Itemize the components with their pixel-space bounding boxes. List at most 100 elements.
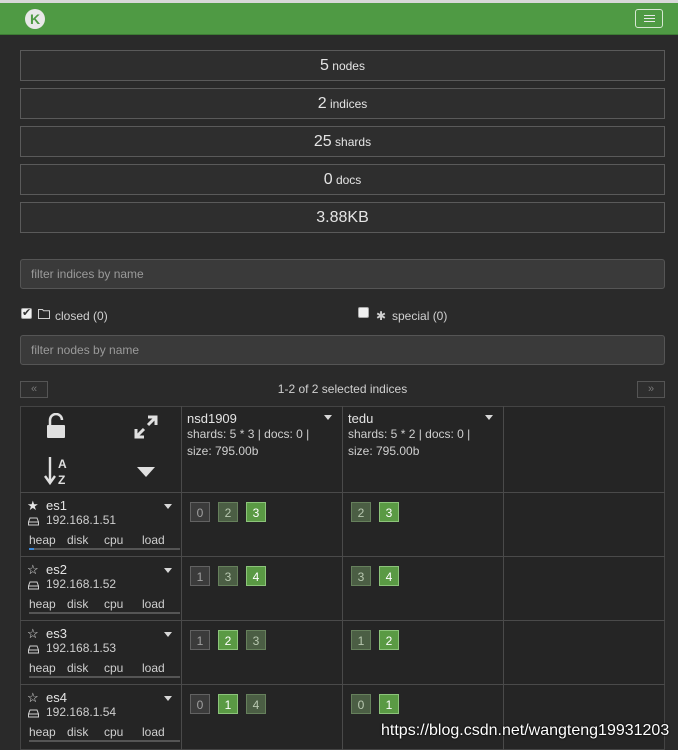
metric-bar-disk — [67, 548, 105, 550]
stat-value: 0 — [323, 171, 333, 188]
shard-replica[interactable]: 0 — [351, 694, 371, 714]
stat-docs: 0 docs — [20, 164, 665, 195]
shard-replica[interactable]: 3 — [351, 566, 371, 586]
svg-text:A: A — [58, 457, 67, 471]
navbar: K — [0, 3, 678, 35]
metric-label-disk: disk — [67, 725, 89, 739]
menu-toggle-button[interactable] — [635, 9, 663, 28]
metric-bar-disk — [67, 612, 105, 614]
metric-label-cpu: cpu — [104, 661, 124, 675]
sort-alpha-icon[interactable]: A Z — [44, 455, 72, 490]
shard-replica[interactable]: 0 — [190, 502, 210, 522]
node-ip: 192.168.1.51 — [46, 513, 117, 527]
shard-replica[interactable]: 3 — [246, 630, 266, 650]
master-star-icon: ★ — [27, 498, 39, 513]
metric-bar-load — [142, 548, 180, 550]
shard-replica[interactable]: 3 — [218, 566, 238, 586]
shard-primary[interactable]: 2 — [218, 630, 238, 650]
metric-label-heap: heap — [29, 533, 56, 547]
metric-label-load: load — [142, 597, 165, 611]
metric-bar-cpu — [104, 612, 142, 614]
metric-label-load: load — [142, 661, 165, 675]
node-name[interactable]: es1 — [46, 498, 67, 513]
node-menu-caret-icon[interactable] — [164, 632, 172, 637]
hdd-icon — [28, 579, 39, 593]
hdd-icon — [28, 643, 39, 657]
shard-replica[interactable]: 1 — [190, 566, 210, 586]
shard-replica[interactable]: 4 — [246, 694, 266, 714]
node-menu-caret-icon[interactable] — [164, 696, 172, 701]
node-name[interactable]: es3 — [46, 626, 67, 641]
shard-replica[interactable]: 2 — [351, 502, 371, 522]
expand-icon[interactable] — [133, 414, 159, 443]
node-ip: 192.168.1.54 — [46, 705, 117, 719]
metric-label-cpu: cpu — [104, 533, 124, 547]
dropdown-caret-icon[interactable] — [137, 466, 155, 480]
unlock-icon[interactable] — [45, 412, 67, 442]
filter-nodes-input[interactable]: filter nodes by name — [20, 335, 665, 365]
shard-replica[interactable]: 1 — [190, 630, 210, 650]
row-divider — [20, 620, 665, 621]
stat-unit: docs — [335, 173, 362, 187]
column-divider — [503, 406, 504, 750]
node-ip: 192.168.1.53 — [46, 641, 117, 655]
index-menu-caret-icon[interactable] — [485, 415, 493, 420]
watermark-text: https://blog.csdn.net/wangteng19931203 — [381, 722, 670, 739]
stat-value: 5 — [320, 57, 329, 74]
row-divider — [20, 492, 665, 493]
shard-primary[interactable]: 2 — [379, 630, 399, 650]
row-divider — [20, 556, 665, 557]
index-shards-line: shards: 5 * 2 | docs: 0 | — [348, 427, 471, 441]
shard-replica[interactable]: 1 — [351, 630, 371, 650]
app-logo[interactable]: K — [25, 9, 45, 29]
special-indices-checkbox[interactable] — [358, 307, 369, 318]
metric-bar-load — [142, 676, 180, 678]
stat-nodes: 5 nodes — [20, 50, 665, 81]
star-icon: ☆ — [27, 690, 39, 705]
shard-replica[interactable]: 2 — [218, 502, 238, 522]
node-name[interactable]: es4 — [46, 690, 67, 705]
metric-bar-load — [142, 612, 180, 614]
metric-bar-cpu — [104, 548, 142, 550]
folder-icon — [38, 308, 50, 322]
closed-indices-checkbox[interactable] — [21, 306, 32, 319]
index-size-line: size: 795.00b — [348, 444, 420, 458]
index-size-line: size: 795.00b — [187, 444, 259, 458]
shard-primary[interactable]: 3 — [246, 502, 266, 522]
svg-text:Z: Z — [58, 473, 65, 487]
metric-bar-heap — [29, 612, 67, 614]
metric-label-cpu: cpu — [104, 597, 124, 611]
stat-unit: nodes — [332, 59, 365, 73]
index-name[interactable]: tedu — [348, 411, 373, 426]
special-indices-label: special (0) — [392, 309, 448, 323]
shard-primary[interactable]: 3 — [379, 502, 399, 522]
metric-label-heap: heap — [29, 597, 56, 611]
metric-bar-heap — [29, 676, 67, 678]
stat-unit: indices — [329, 97, 368, 111]
shard-primary[interactable]: 4 — [379, 566, 399, 586]
node-ip: 192.168.1.52 — [46, 577, 117, 591]
stat-shards: 25 shards — [20, 126, 665, 157]
shard-primary[interactable]: 1 — [218, 694, 238, 714]
metric-label-disk: disk — [67, 661, 89, 675]
node-name[interactable]: es2 — [46, 562, 67, 577]
index-info: shards: 5 * 3 | docs: 0 | size: 795.00b — [187, 426, 337, 460]
shard-replica[interactable]: 0 — [190, 694, 210, 714]
metric-label-load: load — [142, 533, 165, 547]
index-name[interactable]: nsd1909 — [187, 411, 237, 426]
next-page-button[interactable]: » — [637, 381, 665, 398]
metric-label-heap: heap — [29, 661, 56, 675]
node-menu-caret-icon[interactable] — [164, 568, 172, 573]
index-menu-caret-icon[interactable] — [324, 415, 332, 420]
metric-bar-disk — [67, 676, 105, 678]
shard-primary[interactable]: 4 — [246, 566, 266, 586]
index-info: shards: 5 * 2 | docs: 0 | size: 795.00b — [348, 426, 498, 460]
stat-value: 3.88KB — [316, 209, 369, 226]
filter-indices-input[interactable]: filter indices by name — [20, 259, 665, 289]
metric-label-disk: disk — [67, 597, 89, 611]
menu-icon — [644, 15, 655, 16]
asterisk-icon: ✱ — [376, 309, 387, 323]
node-menu-caret-icon[interactable] — [164, 504, 172, 509]
hdd-icon — [28, 515, 39, 529]
shard-primary[interactable]: 1 — [379, 694, 399, 714]
